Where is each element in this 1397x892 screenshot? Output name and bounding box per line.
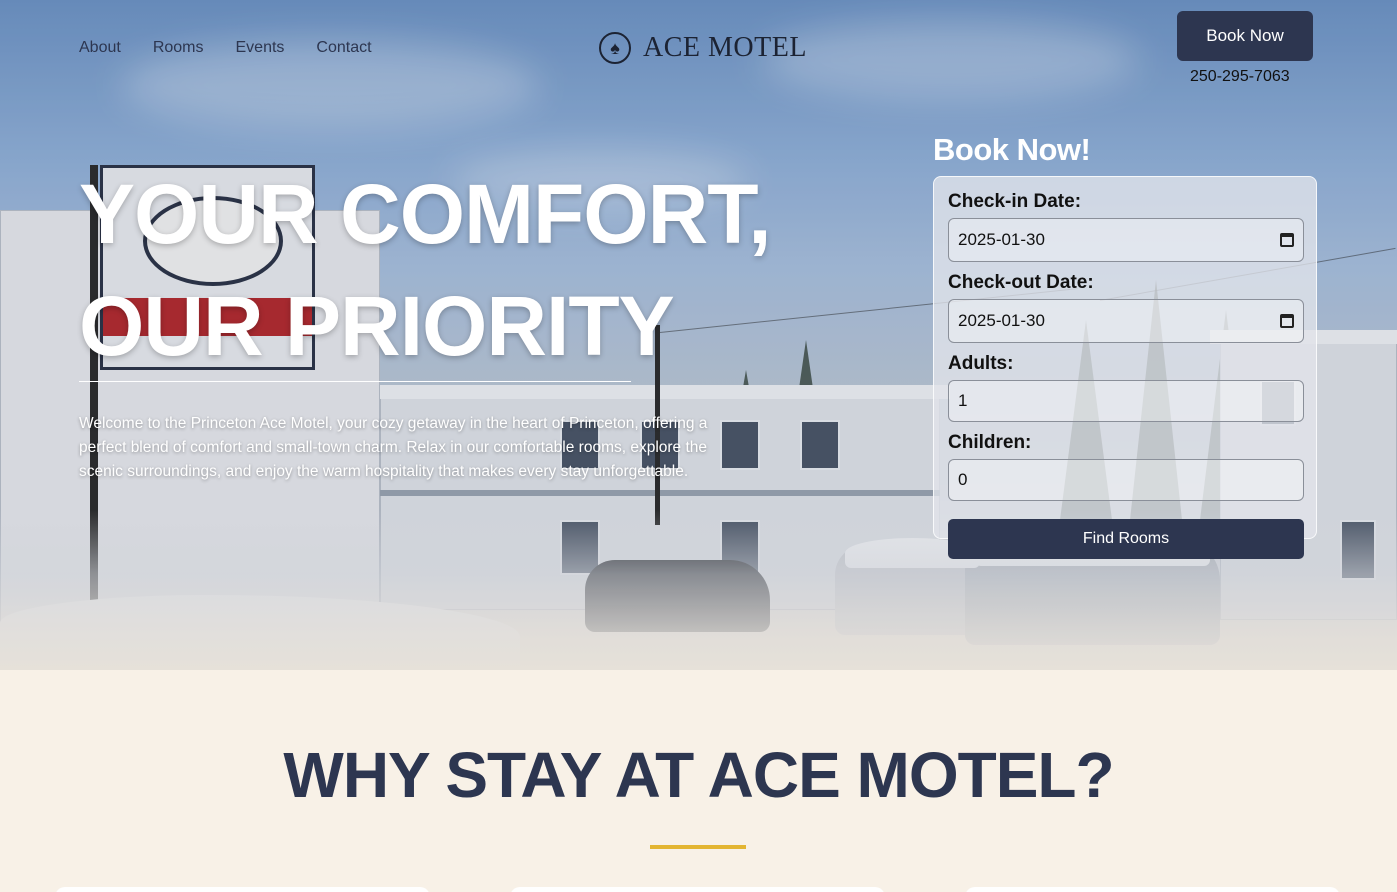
checkout-date-input[interactable]: 2025-01-30: [948, 299, 1304, 343]
feature-card: [965, 887, 1340, 892]
checkout-date-value: 2025-01-30: [958, 311, 1045, 330]
feature-card: [55, 887, 430, 892]
find-rooms-button[interactable]: Find Rooms: [948, 519, 1304, 559]
booking-form: Check-in Date: 2025-01-30 Check-out Date…: [933, 176, 1317, 559]
why-section-rule: [650, 845, 746, 849]
spade-icon: ♠: [599, 32, 631, 64]
headline-line-1: YOUR COMFORT,: [79, 167, 772, 261]
calendar-icon[interactable]: [1280, 233, 1294, 247]
nav-link-about[interactable]: About: [79, 39, 121, 57]
children-value: 0: [958, 470, 968, 489]
feature-card: [510, 887, 885, 892]
logo-text: ACE MOTEL: [643, 32, 807, 63]
adults-value: 1: [958, 391, 968, 410]
nav-link-rooms[interactable]: Rooms: [153, 39, 204, 57]
calendar-icon[interactable]: [1280, 314, 1294, 328]
phone-number[interactable]: 250-295-7063: [1190, 68, 1290, 86]
headline-divider: [79, 381, 631, 382]
main-nav: About Rooms Events Contact: [79, 39, 372, 57]
adults-input[interactable]: 1: [948, 380, 1304, 422]
nav-link-contact[interactable]: Contact: [316, 39, 371, 57]
site-logo[interactable]: ♠ ACE MOTEL: [599, 32, 807, 64]
hero-intro-text: Welcome to the Princeton Ace Motel, your…: [79, 415, 708, 480]
checkin-label: Check-in Date:: [948, 191, 1082, 212]
children-label: Children:: [948, 432, 1032, 453]
checkin-date-value: 2025-01-30: [958, 230, 1045, 249]
book-now-button[interactable]: Book Now: [1177, 11, 1313, 61]
checkout-label: Check-out Date:: [948, 272, 1094, 293]
hero-headline: YOUR COMFORT, OUR PRIORITY: [79, 158, 819, 382]
nav-link-events[interactable]: Events: [236, 39, 285, 57]
headline-line-2: OUR PRIORITY: [79, 279, 675, 373]
checkin-date-input[interactable]: 2025-01-30: [948, 218, 1304, 262]
booking-form-title: Book Now!: [933, 132, 1091, 167]
adults-label: Adults:: [948, 353, 1014, 374]
why-section-title: WHY STAY AT ACE MOTEL?: [283, 739, 1114, 811]
children-input[interactable]: 0: [948, 459, 1304, 501]
